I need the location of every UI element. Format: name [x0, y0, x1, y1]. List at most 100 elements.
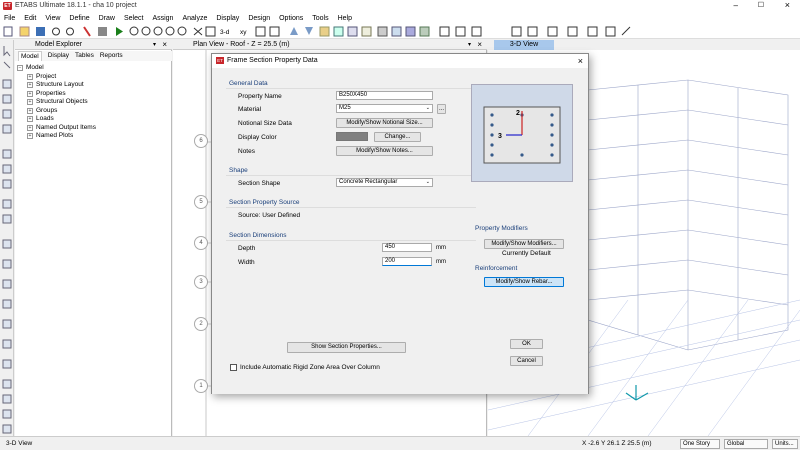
dialog-close-icon[interactable]: ×	[578, 56, 583, 66]
modify-modifiers-button[interactable]: Modify/Show Modifiers...	[484, 239, 564, 249]
menu-draw[interactable]: Draw	[99, 15, 115, 22]
tree-item[interactable]: + Loads	[27, 115, 96, 124]
view-xz-icon	[255, 26, 266, 37]
section-shape-label: Section Shape	[238, 180, 281, 187]
tree-item[interactable]: + Properties	[27, 90, 96, 99]
tab-display[interactable]: Display	[48, 51, 69, 61]
tree-item[interactable]: + Groups	[27, 107, 96, 116]
pointer-icon	[3, 46, 11, 57]
menu-file[interactable]: File	[4, 15, 15, 22]
change-color-button[interactable]: Change...	[374, 132, 421, 142]
tree-item[interactable]: + Named Plots	[27, 132, 96, 141]
redo-icon	[66, 27, 74, 36]
draw-brace-icon	[547, 26, 558, 37]
ok-button[interactable]: OK	[510, 339, 543, 349]
depth-input[interactable]: 450	[382, 243, 432, 252]
draw-column-icon	[527, 26, 538, 37]
pin-icon[interactable]: ▾	[468, 41, 471, 48]
draw-dimension-icon	[2, 199, 12, 209]
tab-reports[interactable]: Reports	[100, 51, 123, 61]
tree-root-model[interactable]: − Model	[17, 64, 96, 73]
menu-select[interactable]: Select	[124, 15, 143, 22]
toolbar-icons: 3-d xy	[3, 26, 631, 37]
property-name-input[interactable]: B250X450	[336, 91, 433, 100]
tree-root-label: Model	[26, 64, 44, 71]
expand-icon[interactable]: +	[27, 82, 33, 89]
rigid-zone-checkbox[interactable]	[230, 364, 237, 371]
display-color-label: Display Color	[238, 134, 277, 141]
model-explorer-header: Model Explorer ▾ ×	[15, 40, 172, 50]
zoom-fit-icon	[165, 26, 175, 36]
set-display-icon	[319, 26, 330, 37]
modifiers-status: Currently Default	[502, 250, 551, 257]
collapse-icon[interactable]: −	[17, 65, 23, 72]
cancel-button[interactable]: Cancel	[510, 356, 543, 366]
story-dropdown[interactable]: One Story	[680, 439, 720, 449]
material-label: Material	[238, 106, 262, 113]
expand-icon[interactable]: +	[27, 99, 33, 106]
notes-button[interactable]: Modify/Show Notes...	[336, 146, 433, 156]
minimize-icon[interactable]: –	[734, 1, 738, 10]
menu-assign[interactable]: Assign	[152, 15, 173, 22]
tree-item-label: Properties	[36, 89, 66, 97]
tree-item[interactable]: + Structure Layout	[27, 81, 96, 90]
panel-close-icon[interactable]: ×	[477, 40, 482, 49]
menu-display[interactable]: Display	[216, 15, 239, 22]
tree-item-label: Groups	[36, 106, 58, 114]
menu-analyze[interactable]: Analyze	[182, 15, 207, 22]
tree-item[interactable]: + Named Output Items	[27, 124, 96, 133]
tree-item-label: Structure Layout	[36, 81, 84, 88]
notes-label: Notes	[238, 148, 255, 155]
tree-item[interactable]: + Project	[27, 73, 96, 82]
tree-item[interactable]: + Structural Objects	[27, 98, 96, 107]
plan-view-header: Plan View - Roof - Z = 25.5 (m) ▾ ×	[173, 40, 487, 50]
close-icon[interactable]: ×	[785, 0, 790, 10]
display-color-swatch	[336, 132, 368, 141]
units-button[interactable]: Units...	[772, 439, 798, 449]
menu-tools[interactable]: Tools	[312, 15, 328, 22]
menu-edit[interactable]: Edit	[24, 15, 36, 22]
menu-options[interactable]: Options	[279, 15, 303, 22]
zoom-in-icon	[141, 26, 151, 36]
model-explorer-panel: Model Explorer ▾ × Model Display Tables …	[15, 40, 172, 436]
tab-tables[interactable]: Tables	[75, 51, 94, 61]
coordinate-system-dropdown[interactable]: Global	[724, 439, 768, 449]
draw-strip-icon	[2, 299, 12, 309]
material-more-button[interactable]: ...	[437, 104, 446, 114]
show-forces-icon	[361, 26, 372, 37]
expand-icon[interactable]: +	[27, 124, 33, 131]
modify-rebar-button[interactable]: Modify/Show Rebar...	[484, 277, 564, 287]
width-input[interactable]: 200	[382, 257, 432, 266]
tab-model[interactable]: Model	[18, 51, 42, 61]
left-tool-icons	[2, 46, 12, 434]
menu-view[interactable]: View	[45, 15, 60, 22]
show-section-properties-button[interactable]: Show Section Properties...	[287, 342, 406, 353]
pin-icon[interactable]: ▾	[153, 41, 156, 48]
notional-size-button[interactable]: Modify/Show Notional Size...	[336, 118, 433, 128]
view-box-icon	[439, 26, 450, 37]
maximize-icon[interactable]: ☐	[758, 1, 764, 9]
status-view-label: 3-D View	[6, 440, 33, 447]
grid-bubble: 1	[194, 379, 208, 393]
expand-icon[interactable]: +	[27, 116, 33, 123]
snap-options-icon	[2, 409, 12, 419]
3d-view-title[interactable]: 3-D View	[494, 40, 554, 50]
expand-icon[interactable]: +	[27, 73, 33, 80]
dialog-body: General Data Property Name B250X450 Mate…	[212, 68, 588, 394]
expand-icon[interactable]: +	[27, 133, 33, 140]
menu-help[interactable]: Help	[338, 15, 352, 22]
section-shape-select[interactable]: Concrete Rectangular ⌄	[336, 178, 433, 187]
menu-define[interactable]: Define	[69, 15, 89, 22]
3d-view-header: 3-D View	[488, 40, 800, 50]
view-3d-label: 3-d	[220, 29, 230, 36]
zoom-out-icon	[153, 26, 163, 36]
expand-icon[interactable]: +	[27, 107, 33, 114]
view-yz-icon	[269, 26, 280, 37]
left-tool-column	[0, 40, 14, 436]
material-select[interactable]: M25 ⌄	[336, 104, 433, 113]
panel-close-icon[interactable]: ×	[162, 40, 167, 49]
zoom-previous-icon	[177, 26, 187, 36]
menu-design[interactable]: Design	[248, 15, 270, 22]
deselect-icon	[2, 379, 12, 389]
expand-icon[interactable]: +	[27, 90, 33, 97]
